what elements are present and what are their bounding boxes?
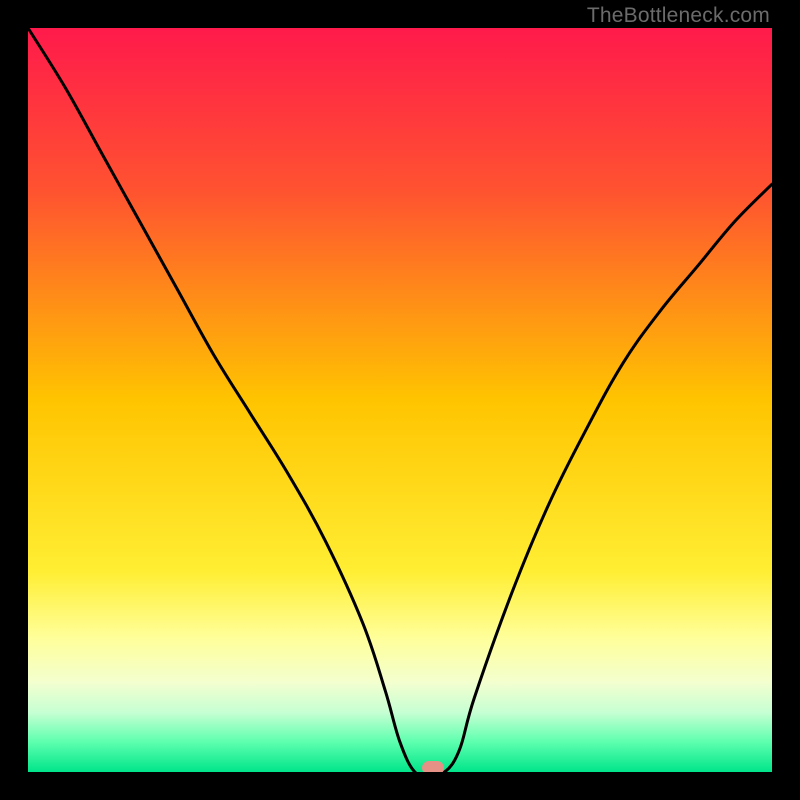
optimum-marker <box>422 761 444 772</box>
chart-frame: TheBottleneck.com <box>0 0 800 800</box>
plot-area <box>28 28 772 772</box>
bottleneck-curve <box>28 28 772 772</box>
watermark-text: TheBottleneck.com <box>587 4 770 28</box>
